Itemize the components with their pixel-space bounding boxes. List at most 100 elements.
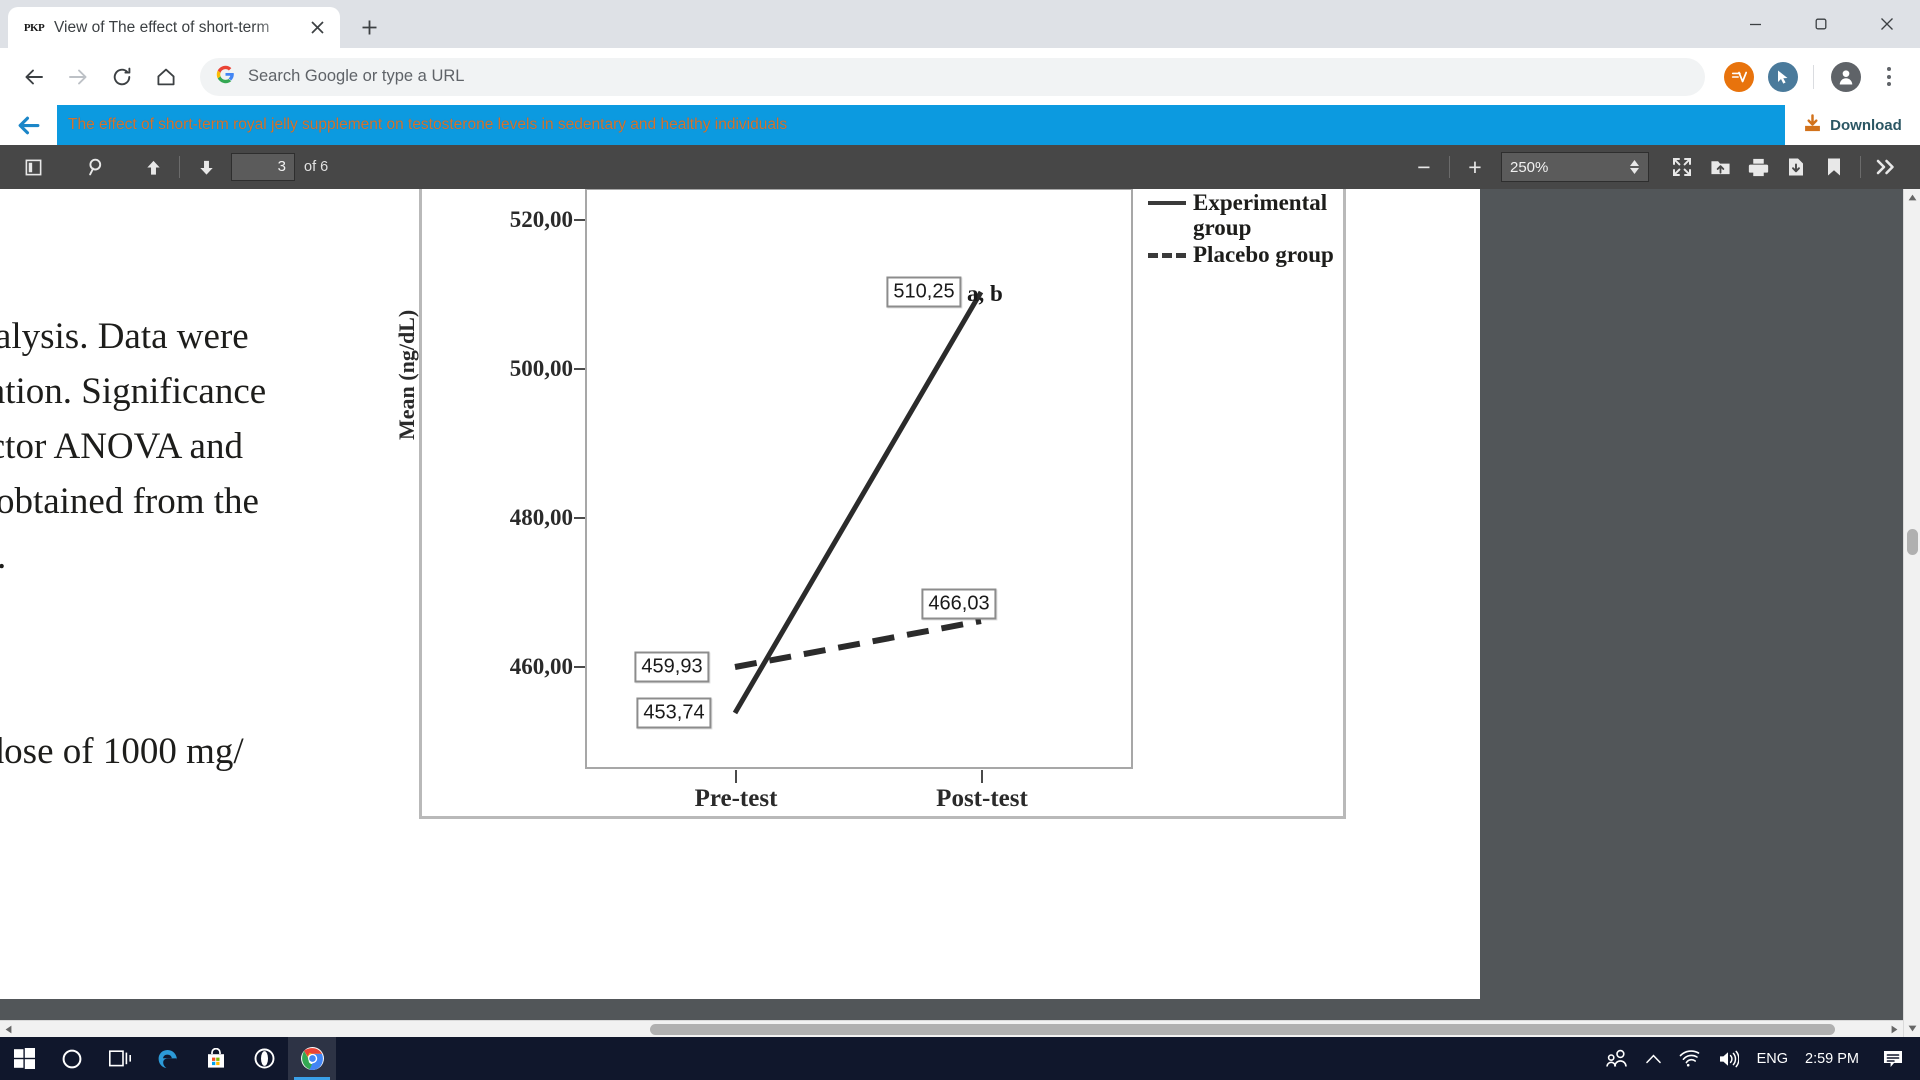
data-label: 459,93 <box>634 651 710 683</box>
page-count-label: of 6 <box>304 159 329 175</box>
pdf-back-button[interactable] <box>0 105 57 145</box>
task-view-button[interactable] <box>96 1037 144 1080</box>
significance-annotation: a, b <box>967 281 1003 306</box>
x-tick-mark <box>735 770 737 783</box>
spinner-arrows-icon <box>1630 160 1639 174</box>
legend-key-solid-icon <box>1148 190 1186 214</box>
clock[interactable]: 2:59 PM <box>1797 1037 1873 1080</box>
people-icon[interactable] <box>1597 1037 1637 1080</box>
cortana-search-button[interactable] <box>48 1037 96 1080</box>
tab-title: View of The effect of short-term <box>54 19 270 36</box>
system-tray: ENG 2:59 PM <box>1597 1037 1920 1080</box>
cursor-extension-icon[interactable] <box>1768 61 1798 92</box>
notification-icon[interactable] <box>1873 1037 1920 1080</box>
download-label: Download <box>1830 116 1902 134</box>
wifi-icon[interactable] <box>1670 1037 1709 1080</box>
data-label: 453,74 <box>636 697 712 729</box>
minimize-button[interactable] <box>1722 0 1788 48</box>
y-tick-mark <box>574 517 585 519</box>
download-button[interactable]: Download <box>1785 105 1920 145</box>
maximize-button[interactable] <box>1788 0 1854 48</box>
browser-tab[interactable]: PKP View of The effect of short-term <box>8 7 340 48</box>
address-bar[interactable]: Search Google or type a URL <box>200 57 1705 96</box>
opera-browser-button[interactable] <box>240 1037 288 1080</box>
close-icon[interactable] <box>304 15 330 41</box>
print-icon[interactable] <box>1739 150 1777 184</box>
new-tab-button[interactable] <box>350 8 388 46</box>
microsoft-store-button[interactable] <box>192 1037 240 1080</box>
scroll-down-icon[interactable] <box>1904 1020 1920 1037</box>
horizontal-scrollbar[interactable] <box>0 1020 1903 1037</box>
presentation-mode-icon[interactable] <box>1663 150 1701 184</box>
chart-legend: Experimental group Placebo group <box>1148 190 1348 269</box>
windows-taskbar: ENG 2:59 PM <box>0 1037 1920 1080</box>
x-tick-label: Pre-test <box>694 785 778 812</box>
close-button[interactable] <box>1854 0 1920 48</box>
pdf-title-bar: The effect of short-term royal jelly sup… <box>0 105 1920 145</box>
data-label: 510,25 <box>886 276 962 308</box>
zoom-level-select[interactable]: 250% <box>1501 152 1649 182</box>
page-number-input[interactable]: 3 <box>231 153 295 181</box>
address-bar-placeholder: Search Google or type a URL <box>248 67 465 85</box>
tab-strip: PKP View of The effect of short-term <box>0 0 1920 48</box>
bookmark-icon[interactable] <box>1815 150 1853 184</box>
toolbar-divider <box>1813 64 1814 89</box>
x-tick-mark <box>981 770 983 783</box>
legend-item: Experimental group <box>1148 190 1348 240</box>
scroll-left-icon[interactable] <box>0 1021 17 1037</box>
y-tick-label: 500,00 <box>509 356 573 381</box>
language-indicator[interactable]: ENG <box>1748 1037 1797 1080</box>
pdf-viewer: The effect of short-term royal jelly sup… <box>0 105 1920 1037</box>
pkp-logo-icon: PKP <box>23 21 45 34</box>
sidebar-toggle-icon[interactable] <box>14 150 52 184</box>
scroll-up-icon[interactable] <box>1904 189 1920 206</box>
scroll-right-icon[interactable] <box>1886 1021 1903 1037</box>
zoom-level-value: 250% <box>1510 158 1549 176</box>
home-button[interactable] <box>146 57 186 97</box>
legend-label: Experimental group <box>1193 190 1328 240</box>
profile-avatar[interactable] <box>1831 61 1861 92</box>
line-chart: Mean (ng/dL) 520,00 500,00 480,00 460,00… <box>394 189 1343 816</box>
open-file-icon[interactable] <box>1701 150 1739 184</box>
find-icon[interactable] <box>78 150 116 184</box>
forward-button[interactable] <box>58 57 98 97</box>
legend-label: Placebo group <box>1193 242 1334 267</box>
figure-frame: Mean (ng/dL) 520,00 500,00 480,00 460,00… <box>394 189 1346 819</box>
toolbar-center-spacer: − + 250% <box>328 151 1649 183</box>
y-tick-label: 520,00 <box>509 207 573 232</box>
y-tick-label: 480,00 <box>509 505 573 530</box>
evernote-extension-icon[interactable] <box>1724 61 1754 92</box>
horizontal-scroll-thumb[interactable] <box>650 1024 1835 1035</box>
download-icon <box>1803 113 1822 137</box>
chrome-menu-button[interactable] <box>1872 58 1906 96</box>
data-label: 466,03 <box>921 588 997 620</box>
zoom-in-button[interactable]: + <box>1457 151 1493 183</box>
zoom-out-button[interactable]: − <box>1406 151 1442 183</box>
browser-toolbar: Search Google or type a URL <box>0 48 1920 105</box>
chrome-browser-window: PKP View of The effect of short-term Sea… <box>0 0 1920 1037</box>
start-button[interactable] <box>0 1037 48 1080</box>
y-tick-mark <box>574 368 585 370</box>
vertical-scrollbar[interactable] <box>1903 189 1920 1037</box>
previous-page-icon[interactable] <box>134 150 172 184</box>
pdf-document-viewport[interactable]: analysis. Data were viation. Significanc… <box>0 189 1920 1037</box>
reload-button[interactable] <box>102 57 142 97</box>
vertical-scroll-thumb[interactable] <box>1907 529 1918 555</box>
toolbar-separator <box>179 156 180 178</box>
chrome-browser-button[interactable] <box>288 1037 336 1080</box>
save-icon[interactable] <box>1777 150 1815 184</box>
legend-item: Placebo group <box>1148 242 1348 267</box>
next-page-icon[interactable] <box>187 150 225 184</box>
y-axis-label: Mean (ng/dL) <box>394 309 419 440</box>
window-controls <box>1722 0 1920 48</box>
google-g-icon <box>216 65 235 89</box>
y-tick-mark <box>574 219 585 221</box>
toolbar-right-group <box>1663 150 1906 184</box>
edge-browser-button[interactable] <box>144 1037 192 1080</box>
speaker-icon[interactable] <box>1709 1037 1748 1080</box>
chevron-up-icon[interactable] <box>1637 1037 1670 1080</box>
zoom-separator <box>1449 156 1450 178</box>
toolbar-separator-right <box>1860 156 1861 178</box>
back-button[interactable] <box>14 57 54 97</box>
more-tools-icon[interactable] <box>1868 150 1906 184</box>
